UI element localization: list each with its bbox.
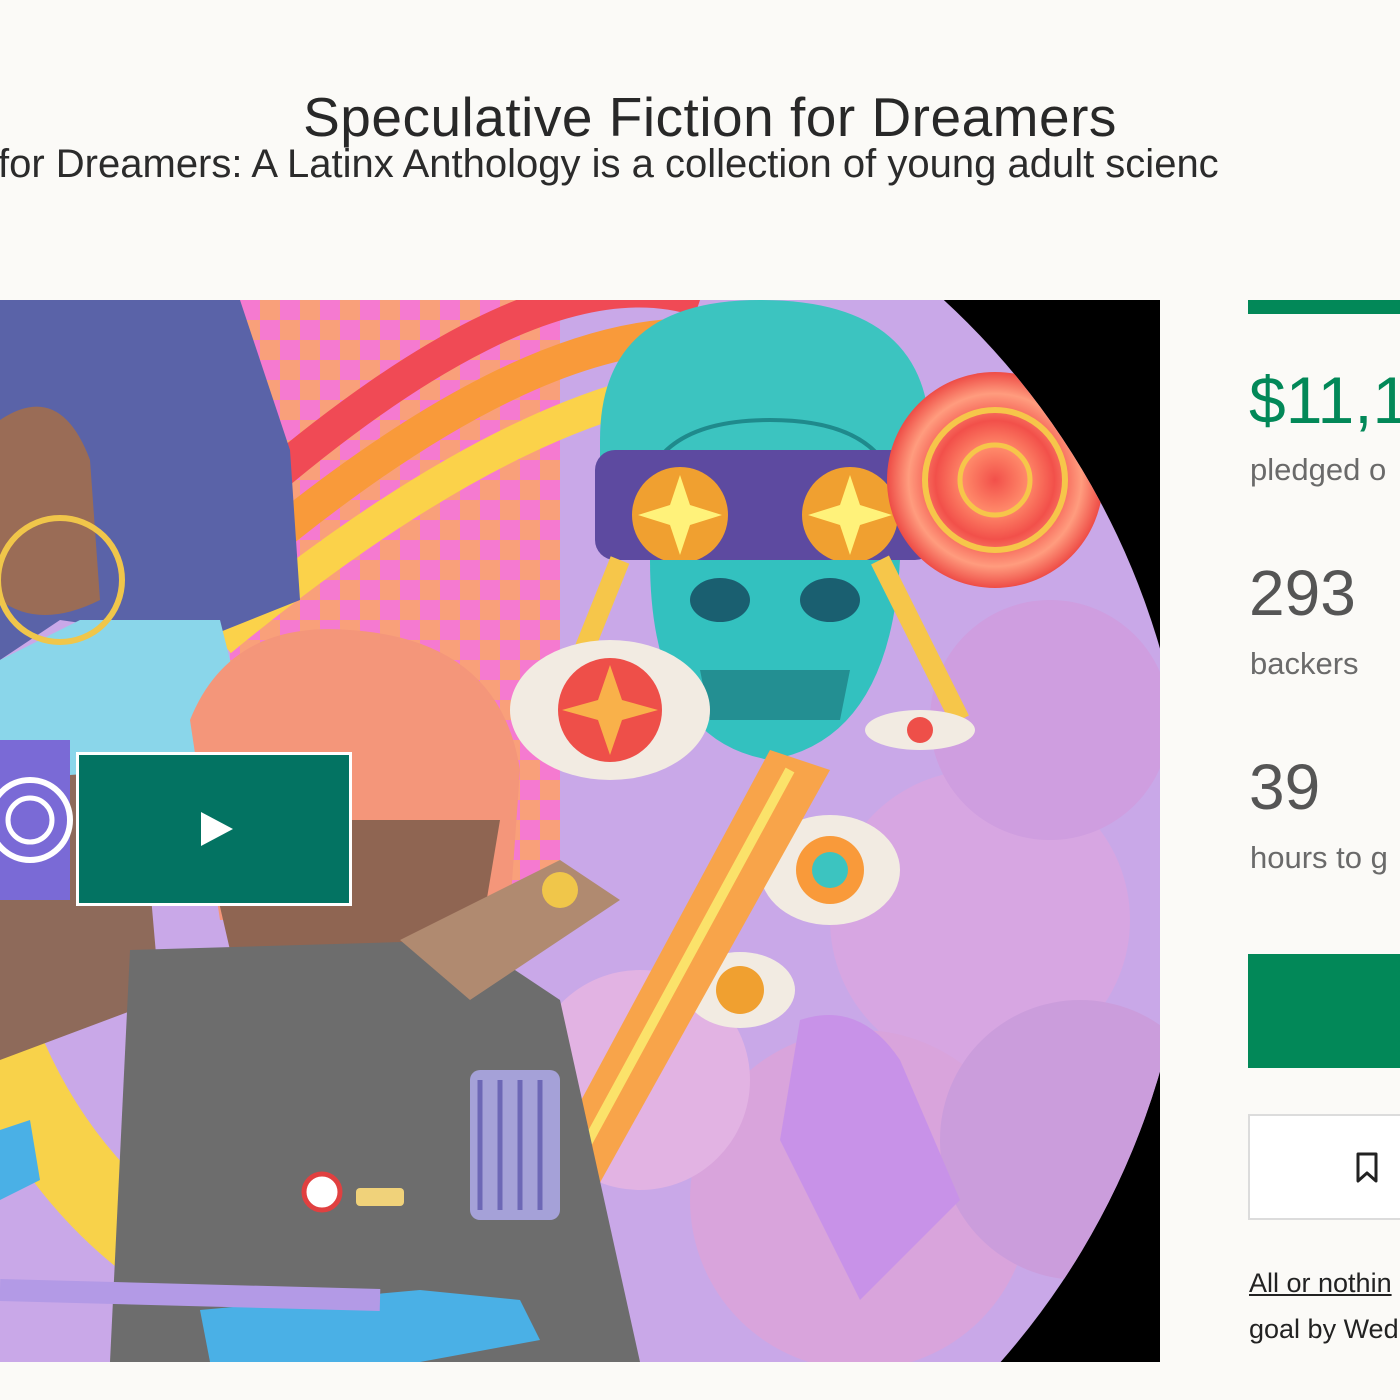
- play-icon: [201, 812, 233, 846]
- funding-progress-bar: [1248, 300, 1400, 314]
- remind-me-button[interactable]: [1248, 1114, 1400, 1220]
- all-or-nothing-link[interactable]: All or nothin: [1249, 1268, 1392, 1299]
- pledged-label: pledged o: [1250, 452, 1387, 487]
- project-title: Speculative Fiction for Dreamers: [303, 85, 1117, 148]
- back-project-button[interactable]: [1248, 954, 1400, 1068]
- backers-count: 293: [1249, 557, 1356, 629]
- play-button[interactable]: [76, 752, 352, 906]
- goal-deadline-text: goal by Wed: [1249, 1314, 1399, 1344]
- backers-label: backers: [1250, 646, 1359, 681]
- bookmark-icon: [1356, 1152, 1378, 1183]
- funding-progress-fill: [1248, 300, 1400, 314]
- pledged-amount: $11,1: [1249, 363, 1400, 437]
- hours-remaining: 39: [1249, 751, 1321, 823]
- project-video[interactable]: [0, 300, 1160, 1362]
- project-blurb: for Dreamers: A Latinx Anthology is a co…: [0, 142, 1219, 186]
- hours-label: hours to g: [1250, 840, 1388, 875]
